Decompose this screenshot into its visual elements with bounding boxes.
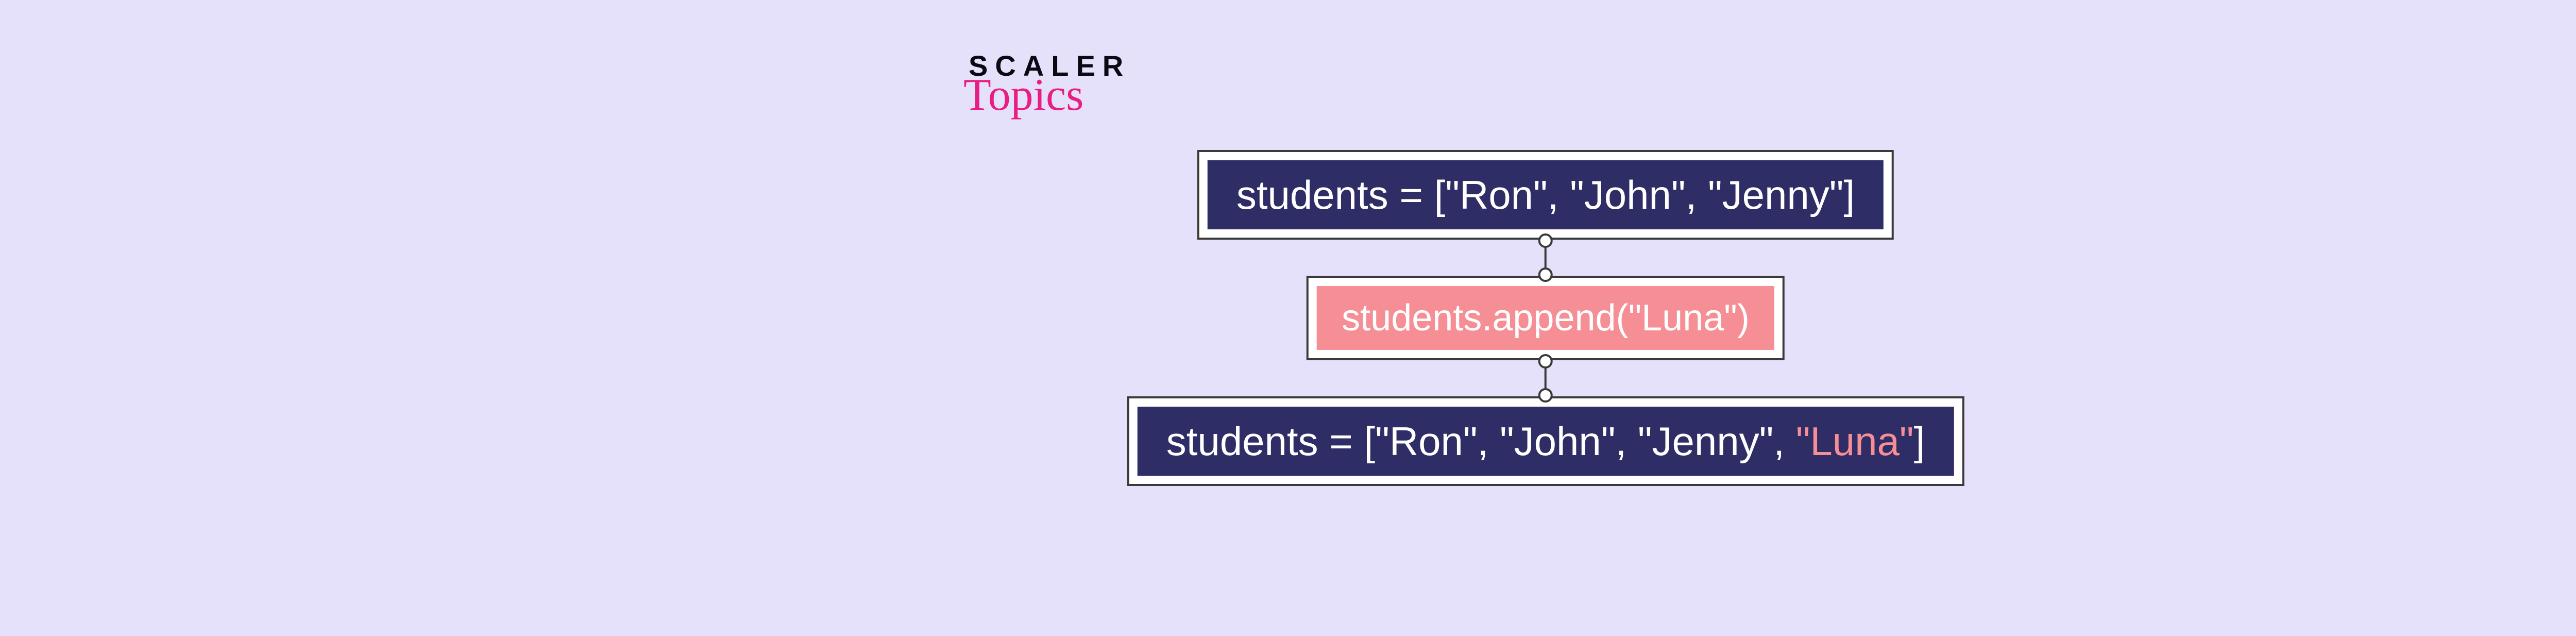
result-suffix: ]	[1914, 419, 1925, 464]
logo-text-topics: Topics	[963, 77, 1130, 113]
code-text-initial: students = ["Ron", "John", "Jenny"]	[1208, 160, 1884, 229]
code-text-append: students.append("Luna")	[1317, 286, 1774, 350]
result-highlight-luna: "Luna"	[1796, 419, 1914, 464]
code-box-append-call: students.append("Luna")	[1307, 276, 1785, 360]
code-box-initial-list: students = ["Ron", "John", "Jenny"]	[1197, 150, 1894, 240]
flow-diagram: students = ["Ron", "John", "Jenny"] stud…	[1127, 150, 1964, 486]
result-prefix: students = ["Ron", "John", "Jenny",	[1166, 419, 1796, 464]
code-text-result: students = ["Ron", "John", "Jenny", "Lun…	[1138, 407, 1954, 476]
connector-1	[1545, 240, 1547, 276]
code-box-result-list: students = ["Ron", "John", "Jenny", "Lun…	[1127, 396, 1964, 486]
connector-2	[1545, 360, 1547, 396]
scaler-topics-logo: SCALER Topics	[969, 52, 1130, 113]
